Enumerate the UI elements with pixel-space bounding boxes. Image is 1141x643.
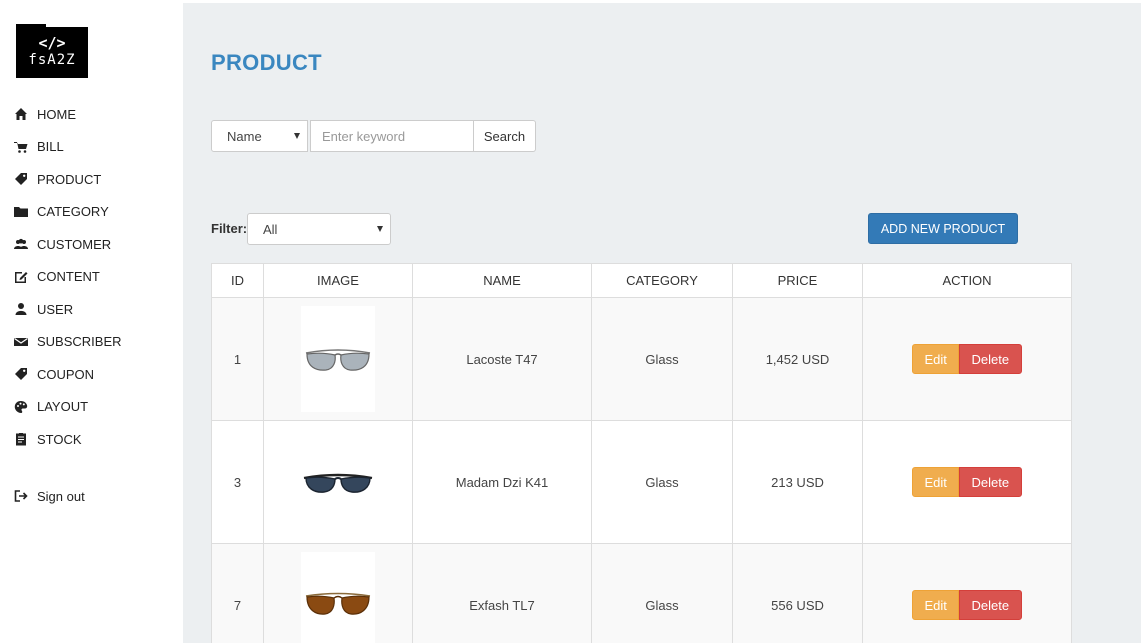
- cell-price: 556 USD: [732, 543, 863, 643]
- clipboard-icon: [16, 433, 26, 446]
- edit-button[interactable]: Edit: [912, 467, 960, 497]
- sidebar-item-content[interactable]: CONTENT: [14, 261, 179, 294]
- delete-button[interactable]: Delete: [958, 467, 1022, 497]
- cell-id: 1: [211, 297, 264, 421]
- sidebar-item-stock[interactable]: STOCK: [14, 423, 179, 456]
- sidebar-item-label: LAYOUT: [37, 399, 89, 415]
- cell-image: [263, 543, 413, 643]
- logo-body: </> fsA2Z: [16, 27, 88, 78]
- sidebar-item-product[interactable]: PRODUCT: [14, 163, 179, 196]
- column-header-category: CATEGORY: [591, 263, 733, 298]
- sidebar-item-layout[interactable]: LAYOUT: [14, 391, 179, 424]
- column-header-price: PRICE: [732, 263, 863, 298]
- sidebar-item-label: USER: [37, 301, 74, 317]
- search-input[interactable]: [310, 120, 474, 152]
- edit-button[interactable]: Edit: [912, 590, 960, 620]
- delete-button[interactable]: Delete: [958, 590, 1022, 620]
- add-product-button[interactable]: ADD NEW PRODUCT: [868, 213, 1018, 244]
- cell-id: 7: [211, 543, 264, 643]
- caret-down-icon: [377, 226, 383, 232]
- column-header-id: ID: [211, 263, 264, 298]
- cell-name: Madam Dzi K41: [412, 420, 592, 544]
- palette-icon: [14, 400, 28, 413]
- edit-icon: [15, 271, 28, 283]
- cell-name: Exfash TL7: [412, 543, 592, 643]
- sidebar-item-user[interactable]: USER: [14, 293, 179, 326]
- sidebar-item-label: CONTENT: [37, 269, 100, 285]
- product-thumbnail[interactable]: [301, 429, 375, 535]
- tag-icon: [15, 368, 27, 381]
- sunglasses-icon: [305, 592, 371, 615]
- search-field-select[interactable]: Name: [211, 120, 308, 152]
- product-thumbnail[interactable]: [301, 306, 375, 412]
- sunglasses-icon: [305, 349, 371, 371]
- cell-category: Glass: [591, 543, 733, 643]
- sidebar-item-bill[interactable]: BILL: [14, 131, 179, 164]
- sidebar-item-label: STOCK: [37, 431, 82, 447]
- folder-icon: [14, 206, 28, 217]
- sidebar-item-label: COUPON: [37, 366, 95, 382]
- envelope-icon: [14, 337, 28, 346]
- sign-out-label: Sign out: [37, 488, 85, 504]
- cart-icon: [14, 141, 28, 153]
- sidebar-item-subscriber[interactable]: SUBSCRIBER: [14, 326, 179, 359]
- sidebar-nav: HOME BILL PRODUCT CATEGORY CUSTOMER CONT…: [14, 98, 179, 456]
- cell-name: Lacoste T47: [412, 297, 592, 421]
- edit-button[interactable]: Edit: [912, 344, 960, 374]
- table-row: 1 Lacoste T47 Glass 1,452 USD Edit Delet…: [211, 297, 1072, 421]
- caret-down-icon: [294, 133, 300, 139]
- main-content: PRODUCT Name Search Filter: All ADD NEW …: [183, 3, 1141, 643]
- table-row: 3 Madam Dzi K41 Glass 213 USD Edit Delet…: [211, 420, 1072, 544]
- cell-price: 1,452 USD: [732, 297, 863, 421]
- cell-category: Glass: [591, 420, 733, 544]
- search-button[interactable]: Search: [474, 120, 536, 152]
- column-header-image: IMAGE: [263, 263, 413, 298]
- table-row: 7 Exfash TL7 Glass 556 USD Edit Delete: [211, 543, 1072, 643]
- sunglasses-icon: [303, 473, 373, 493]
- search-field-value: Name: [227, 128, 262, 144]
- users-icon: [14, 239, 28, 250]
- cell-action: Edit Delete: [862, 420, 1072, 544]
- logo[interactable]: </> fsA2Z: [16, 24, 88, 78]
- column-header-action: ACTION: [862, 263, 1072, 298]
- logo-line-2: fsA2Z: [28, 52, 76, 68]
- tag-icon: [15, 173, 27, 186]
- cell-action: Edit Delete: [862, 297, 1072, 421]
- sign-out-icon: [14, 490, 28, 502]
- sidebar-item-label: HOME: [37, 106, 76, 122]
- search-group: Name Search: [211, 120, 536, 152]
- cell-id: 3: [211, 420, 264, 544]
- sidebar-item-coupon[interactable]: COUPON: [14, 358, 179, 391]
- table-header-row: ID IMAGE NAME CATEGORY PRICE ACTION: [211, 263, 1072, 298]
- sidebar-item-label: CUSTOMER: [37, 236, 112, 252]
- sign-out-link[interactable]: Sign out: [14, 484, 85, 508]
- sidebar-item-customer[interactable]: CUSTOMER: [14, 228, 179, 261]
- filter-label: Filter:: [211, 221, 248, 236]
- column-header-name: NAME: [412, 263, 592, 298]
- sidebar-item-category[interactable]: CATEGORY: [14, 196, 179, 229]
- logo-line-1: </>: [38, 34, 66, 52]
- filter-value: All: [263, 221, 278, 237]
- user-icon: [15, 303, 27, 316]
- cell-image: [263, 297, 413, 421]
- home-icon: [15, 108, 27, 121]
- cell-action: Edit Delete: [862, 543, 1072, 643]
- delete-button[interactable]: Delete: [958, 344, 1022, 374]
- cell-image: [263, 420, 413, 544]
- product-thumbnail[interactable]: [301, 552, 375, 643]
- sidebar: </> fsA2Z HOME BILL PRODUCT CATEGORY CUS…: [0, 0, 183, 643]
- cell-category: Glass: [591, 297, 733, 421]
- filter-select[interactable]: All: [247, 213, 391, 245]
- product-table: ID IMAGE NAME CATEGORY PRICE ACTION 1 La…: [211, 263, 1072, 643]
- sidebar-item-label: PRODUCT: [37, 171, 102, 187]
- page-title: PRODUCT: [211, 50, 322, 75]
- sidebar-item-label: CATEGORY: [37, 204, 109, 220]
- sidebar-item-label: SUBSCRIBER: [37, 334, 122, 350]
- sidebar-item-home[interactable]: HOME: [14, 98, 179, 131]
- sidebar-item-label: BILL: [37, 139, 64, 155]
- cell-price: 213 USD: [732, 420, 863, 544]
